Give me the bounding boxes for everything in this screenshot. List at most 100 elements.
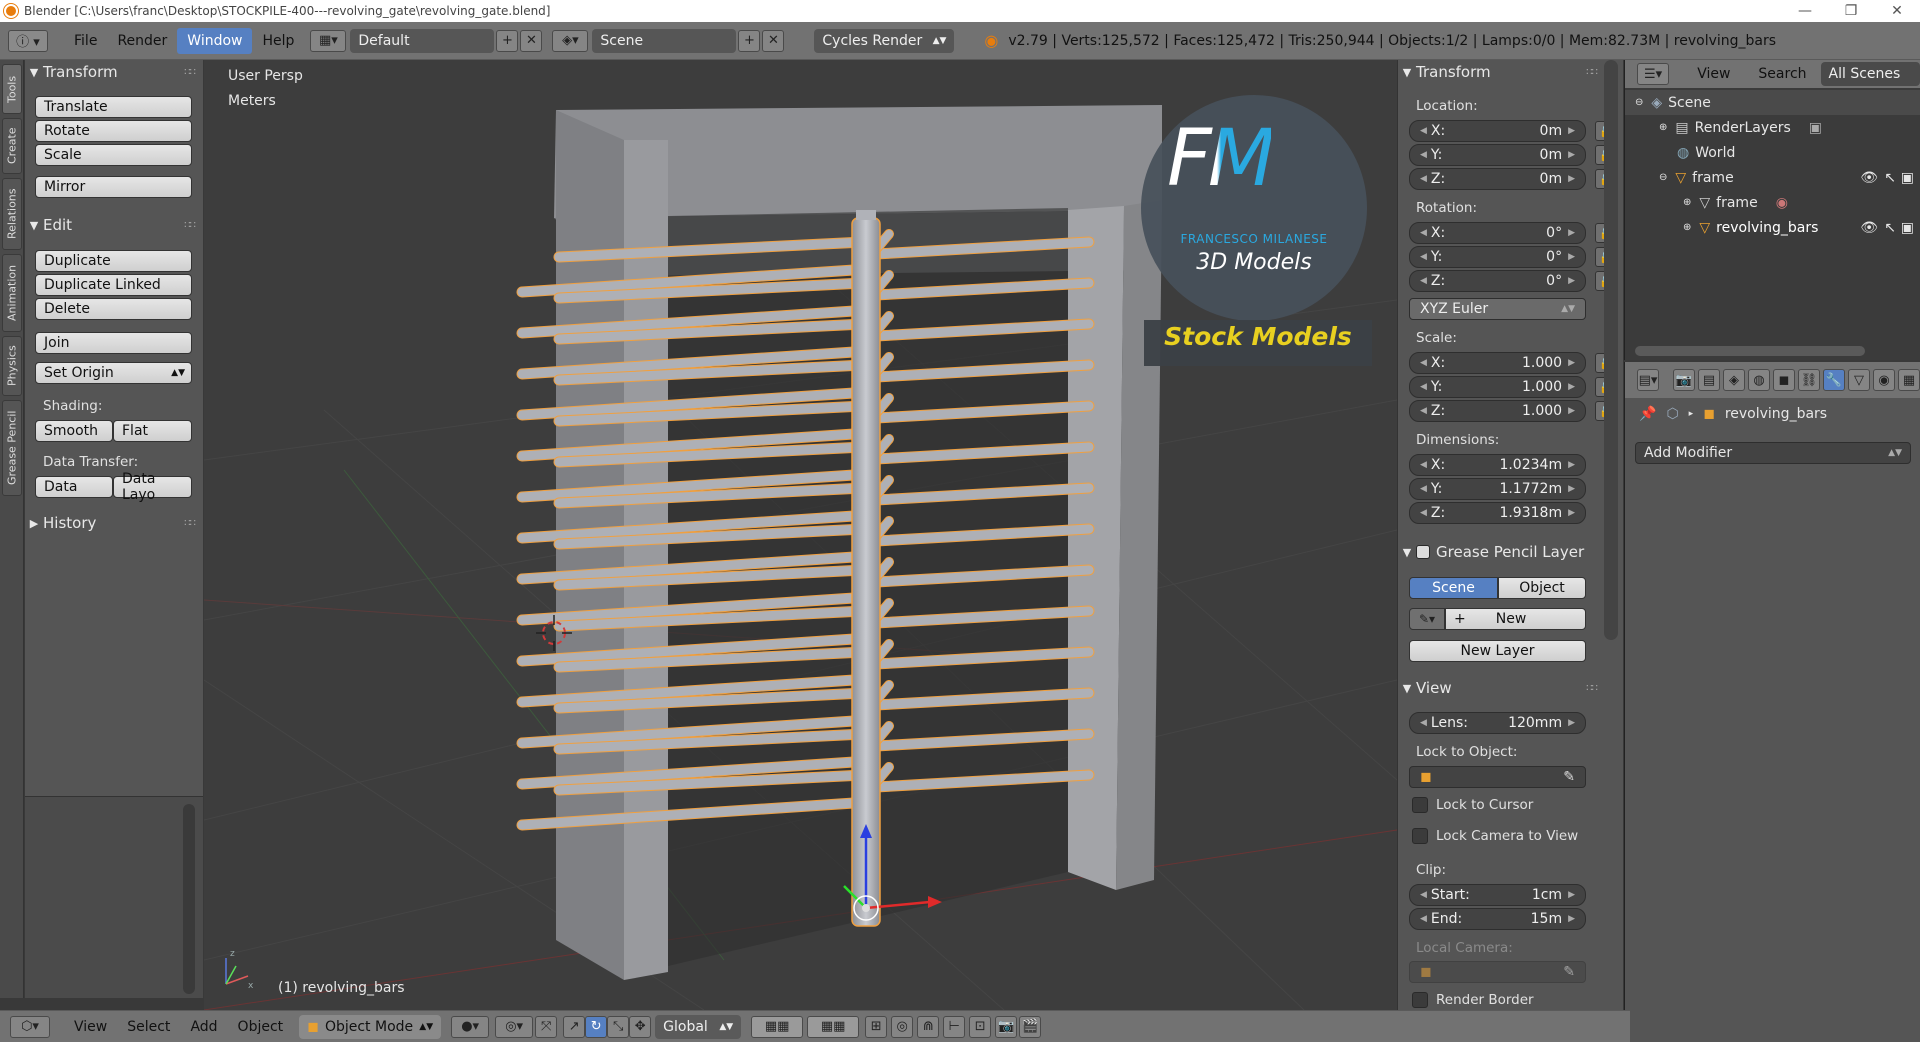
outliner-item-scene[interactable]: ⊖ ◈ Scene — [1625, 90, 1920, 115]
outliner-filter-dropdown[interactable]: All Scenes — [1820, 62, 1920, 86]
view-panel-header[interactable]: ▼ View ∷∷ — [1398, 676, 1623, 700]
tab-create[interactable]: Create — [2, 118, 22, 174]
menu-render[interactable]: Render — [107, 28, 177, 54]
transform-panel-header[interactable]: ▼ Transform ∷∷ — [25, 60, 203, 84]
render-tab-icon[interactable]: 📷 — [1673, 369, 1695, 391]
pencil-icon[interactable]: ✎▾ — [1409, 608, 1445, 630]
scale-y-field[interactable]: ◀ Y: 1.000 ▶ — [1409, 376, 1586, 398]
outliner-hscrollbar[interactable] — [1635, 346, 1865, 356]
duplicate-button[interactable]: Duplicate — [35, 250, 192, 272]
editor-type-info-icon[interactable]: ⓘ ▾ — [8, 29, 48, 52]
new-grease-button[interactable]: + New — [1445, 608, 1586, 630]
add-scene-icon[interactable]: + — [738, 29, 761, 52]
outliner-item-world[interactable]: ◍ World — [1625, 140, 1920, 165]
scene-tab-icon[interactable]: ◈ — [1723, 369, 1745, 391]
outliner-view-menu[interactable]: View — [1697, 66, 1730, 82]
location-x-field[interactable]: ◀ X: 0m ▶ — [1409, 120, 1586, 142]
rotate-button[interactable]: Rotate — [35, 120, 192, 142]
modifier-wrench-icon[interactable]: 🔧 — [1823, 369, 1845, 391]
drag-grip-icon[interactable]: ∷∷ — [184, 220, 196, 231]
texture-tab-icon[interactable]: ▦ — [1898, 369, 1920, 391]
set-origin-dropdown[interactable]: Set Origin ▲▼ — [35, 362, 192, 384]
world-tab-icon[interactable]: ◍ — [1748, 369, 1770, 391]
tab-grease-pencil[interactable]: Grease Pencil — [2, 400, 22, 496]
expand-icon[interactable]: ⊕ — [1683, 197, 1691, 208]
collapse-icon[interactable]: ⊖ — [1659, 172, 1667, 183]
close-button[interactable]: ✕ — [1874, 0, 1920, 22]
rotate-manipulator-icon[interactable]: ↻ — [585, 1015, 608, 1038]
snap-target-icon[interactable]: ⊡ — [969, 1015, 992, 1038]
scale-button[interactable]: Scale — [35, 144, 192, 166]
grease-pencil-checkbox[interactable] — [1416, 545, 1430, 559]
manipulator-toggle-icon[interactable]: ⤧ — [535, 1015, 558, 1038]
lock-layers-icon[interactable]: ⊞ — [865, 1015, 888, 1038]
menu-file[interactable]: File — [64, 28, 107, 54]
mirror-button[interactable]: Mirror — [35, 176, 192, 198]
dimension-x-field[interactable]: ◀ X: 1.0234m ▶ — [1409, 454, 1586, 476]
menu-add[interactable]: Add — [180, 1014, 227, 1040]
rotation-z-field[interactable]: ◀ Z: 0° ▶ — [1409, 270, 1586, 292]
duplicate-linked-button[interactable]: Duplicate Linked — [35, 274, 192, 296]
material-tab-icon[interactable]: ◉ — [1873, 369, 1895, 391]
data-layout-button[interactable]: Data Layo — [113, 471, 192, 503]
lock-camera-checkbox[interactable] — [1412, 828, 1428, 844]
translate-button[interactable]: Translate — [35, 96, 192, 118]
clip-end-field[interactable]: ◀ End: 15m ▶ — [1409, 908, 1586, 930]
render-border-checkbox[interactable] — [1412, 992, 1428, 1008]
data-tab-icon[interactable]: ▽ — [1848, 369, 1870, 391]
outliner-search-menu[interactable]: Search — [1758, 66, 1806, 82]
visibility-eye-icon[interactable]: 👁 — [1860, 170, 1878, 186]
rotation-x-field[interactable]: ◀ X: 0° ▶ — [1409, 222, 1586, 244]
add-layout-icon[interactable]: + — [496, 29, 519, 52]
tab-animation[interactable]: Animation — [2, 254, 22, 332]
render-camera-icon[interactable]: ▣ — [1901, 170, 1914, 186]
location-y-field[interactable]: ◀ Y: 0m ▶ — [1409, 144, 1586, 166]
layers-grid-icon[interactable]: ▦▦ — [751, 1015, 804, 1038]
rotation-mode-dropdown[interactable]: XYZ Euler ▲▼ — [1409, 298, 1586, 320]
tab-relations[interactable]: Relations — [2, 178, 22, 250]
flat-button[interactable]: Flat — [113, 420, 192, 442]
proportional-edit-icon[interactable]: ◎ — [891, 1015, 914, 1038]
location-z-field[interactable]: ◀ Z: 0m ▶ — [1409, 168, 1586, 190]
drag-grip-icon[interactable]: ∷∷ — [1586, 683, 1598, 694]
lock-cursor-checkbox[interactable] — [1412, 797, 1428, 813]
clip-start-field[interactable]: ◀ Start: 1cm ▶ — [1409, 884, 1586, 906]
menu-help[interactable]: Help — [252, 28, 304, 54]
n-transform-header[interactable]: ▼ Transform ∷∷ — [1398, 60, 1623, 84]
tools-scrollbar[interactable] — [183, 804, 195, 994]
render-engine-dropdown[interactable]: Cycles Render ▲▼ — [814, 28, 955, 53]
editor-type-3dview-icon[interactable]: ⬡▾ — [10, 1015, 50, 1038]
render-preview-icon[interactable]: 📷 — [995, 1015, 1018, 1038]
lens-field[interactable]: ◀ Lens: 120mm ▶ — [1409, 712, 1586, 734]
drag-grip-icon[interactable]: ∷∷ — [184, 67, 196, 78]
scale-x-field[interactable]: ◀ X: 1.000 ▶ — [1409, 352, 1586, 374]
scale-manipulator-icon[interactable]: ⤡ — [607, 1015, 630, 1038]
remove-layout-icon[interactable]: ✕ — [520, 29, 543, 52]
join-button[interactable]: Join — [35, 332, 192, 354]
data-button[interactable]: Data — [35, 476, 113, 498]
scene-icon[interactable]: ◈▾ — [552, 29, 589, 52]
grease-object-toggle[interactable]: Object — [1498, 577, 1586, 599]
tab-physics[interactable]: Physics — [2, 336, 22, 396]
object-tab-icon[interactable]: ◼ — [1773, 369, 1795, 391]
eyedropper-icon[interactable]: ✎ — [1563, 769, 1575, 785]
orientation-dropdown[interactable]: Global ▲▼ — [655, 1014, 742, 1039]
3d-viewport[interactable]: z x User Persp Meters (1) revolving_bars… — [204, 60, 1397, 1010]
pin-icon[interactable]: 📌 — [1639, 406, 1656, 422]
add-modifier-dropdown[interactable]: Add Modifier ▲▼ — [1635, 442, 1911, 464]
new-layer-button[interactable]: New Layer — [1409, 640, 1586, 662]
render-camera-icon[interactable]: ▣ — [1901, 220, 1914, 236]
combined-manipulator-icon[interactable]: ✥ — [629, 1015, 652, 1038]
delete-button[interactable]: Delete — [35, 298, 192, 320]
snap-magnet-icon[interactable]: ⋒ — [917, 1015, 940, 1038]
expand-icon[interactable]: ⊕ — [1683, 222, 1691, 233]
editor-type-outliner-icon[interactable]: ☰▾ — [1637, 63, 1670, 85]
dimension-z-field[interactable]: ◀ Z: 1.9318m ▶ — [1409, 502, 1586, 524]
collapse-icon[interactable]: ⊖ — [1635, 97, 1643, 108]
layers-grid-icon[interactable]: ▦▦ — [807, 1015, 860, 1038]
outliner-item-renderlayers[interactable]: ⊕ ▤ RenderLayers ▣ — [1625, 115, 1920, 140]
smooth-button[interactable]: Smooth — [35, 420, 113, 442]
history-panel-header[interactable]: ▶ History ∷∷ — [25, 511, 203, 535]
remove-scene-icon[interactable]: ✕ — [762, 29, 785, 52]
edit-panel-header[interactable]: ▼ Edit ∷∷ — [25, 213, 203, 237]
